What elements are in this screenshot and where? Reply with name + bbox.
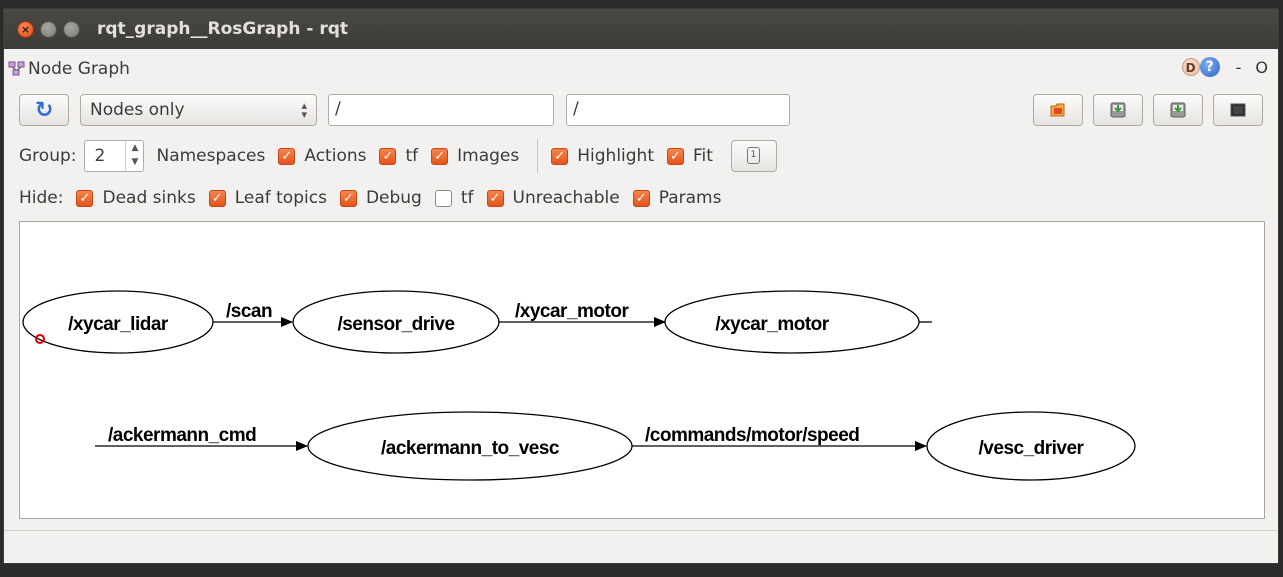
fit-in-view-button[interactable]: 1 <box>730 140 777 172</box>
help-icon[interactable]: ? <box>1199 57 1220 77</box>
status-bar <box>4 530 1278 565</box>
maximize-window-button[interactable] <box>63 21 80 38</box>
chevron-updown-icon: ▴ ▾ <box>301 99 307 121</box>
graph-canvas[interactable]: /xycar_lidar /scan /sensor_drive /xycar_… <box>19 221 1265 519</box>
close-plugin-button[interactable]: O <box>1255 58 1268 77</box>
graph-edge-label: /ackermann_cmd <box>108 425 256 446</box>
group-depth-value: 2 <box>94 146 106 166</box>
load-dot-button[interactable] <box>1033 94 1083 126</box>
dead-sinks-label: Dead sinks <box>102 188 196 208</box>
highlight-checkbox[interactable]: ✓ <box>551 147 569 165</box>
graph-edge-label: /xycar_motor <box>515 301 629 322</box>
unreachable-checkbox[interactable]: ✓ <box>486 189 504 207</box>
node-graph-plugin-icon <box>8 61 25 76</box>
group-label: Group: <box>19 146 77 166</box>
close-window-button[interactable]: × <box>17 21 34 38</box>
minimize-window-button[interactable] <box>40 21 57 38</box>
tf-label: tf <box>405 146 419 166</box>
window-title: rqt_graph__RosGraph - rqt <box>97 19 349 39</box>
fit-label: Fit <box>693 146 713 166</box>
debug-label: Debug <box>365 188 422 208</box>
namespaces-checkbox[interactable]: ✓ <box>278 147 296 165</box>
hide-tf-label: tf <box>460 188 474 208</box>
dock-d-icon[interactable]: D <box>1181 58 1200 76</box>
graph-node-label: /ackermann_to_vesc <box>381 438 560 459</box>
highlight-label: Highlight <box>577 146 654 166</box>
actions-label: Actions <box>304 146 367 166</box>
divider <box>537 139 539 173</box>
actions-checkbox[interactable]: ✓ <box>379 147 397 165</box>
graph-node-label: /sensor_drive <box>337 314 454 335</box>
hide-tf-checkbox[interactable]: ✓ <box>434 189 452 207</box>
title-bar: × rqt_graph__RosGraph - rqt <box>4 9 1278 49</box>
graph-node-label: /xycar_lidar <box>68 314 169 335</box>
plugin-header-controls: D ? - O <box>1181 57 1268 77</box>
images-label: Images <box>457 146 520 166</box>
dead-sinks-checkbox[interactable]: ✓ <box>76 189 94 207</box>
group-options-row: Group: 2 ▲ ▼ Namespaces ✓ Actions ✓ tf ✓ … <box>19 139 777 173</box>
unreachable-label: Unreachable <box>512 188 620 208</box>
graph-mode-select[interactable]: Nodes only ▴ ▾ <box>80 94 317 126</box>
spin-arrows-icon[interactable]: ▲ ▼ <box>125 141 143 171</box>
node-filter-input[interactable]: / <box>328 94 554 126</box>
plugin-title: Node Graph <box>28 59 130 79</box>
fit-view-icon: 1 <box>746 147 760 164</box>
ros-graph[interactable]: /xycar_lidar /scan /sensor_drive /xycar_… <box>20 222 1264 518</box>
hide-label: Hide: <box>19 188 64 208</box>
images-checkbox[interactable]: ✓ <box>431 147 449 165</box>
params-label: Params <box>658 188 722 208</box>
save-dot-icon <box>1110 102 1126 118</box>
params-checkbox[interactable]: ✓ <box>632 189 650 207</box>
topic-filter-input[interactable]: / <box>566 94 790 126</box>
fit-checkbox[interactable]: ✓ <box>667 147 684 165</box>
folder-open-icon <box>1050 103 1065 117</box>
graph-edge-label: /commands/motor/speed <box>645 425 859 446</box>
group-depth-spinbox[interactable]: 2 ▲ ▼ <box>84 140 145 172</box>
graph-node-label: /xycar_motor <box>715 314 829 335</box>
minimize-plugin-button[interactable]: - <box>1236 58 1242 77</box>
leaf-topics-label: Leaf topics <box>234 188 327 208</box>
app-window: × rqt_graph__RosGraph - rqt Node Graph D… <box>3 8 1279 564</box>
save-image-button[interactable] <box>1213 94 1263 126</box>
hide-options-row: Hide: ✓ Dead sinks ✓ Leaf topics ✓ Debug… <box>19 185 721 211</box>
graph-mode-value: Nodes only <box>90 100 185 120</box>
graph-node-label: /vesc_driver <box>979 438 1085 459</box>
namespaces-label: Namespaces <box>156 146 266 166</box>
graph-edge-label: /scan <box>226 301 272 322</box>
save-dot-button[interactable] <box>1093 94 1143 126</box>
image-icon <box>1230 103 1246 117</box>
leaf-topics-checkbox[interactable]: ✓ <box>208 189 226 207</box>
refresh-icon: ↻ <box>35 98 54 123</box>
save-svg-button[interactable] <box>1153 94 1203 126</box>
refresh-graph-button[interactable]: ↻ <box>19 94 69 126</box>
save-svg-icon <box>1170 102 1186 118</box>
debug-checkbox[interactable]: ✓ <box>339 189 357 207</box>
